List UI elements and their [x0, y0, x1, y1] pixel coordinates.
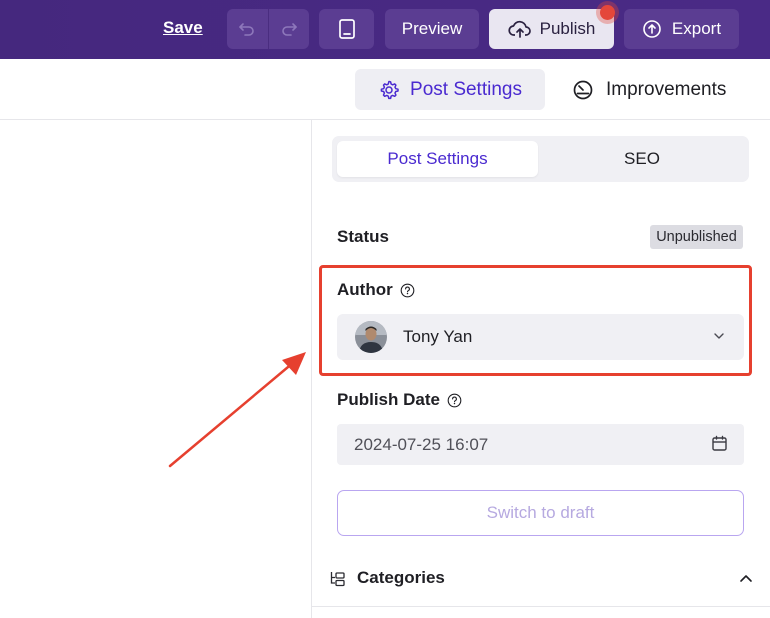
author-heading: Author	[337, 280, 415, 300]
publish-button[interactable]: Publish	[489, 9, 614, 49]
status-badge: Unpublished	[650, 225, 743, 249]
notification-dot	[600, 5, 615, 20]
publish-date-input[interactable]	[337, 424, 744, 465]
author-name: Tony Yan	[403, 327, 473, 346]
undo-button[interactable]	[227, 9, 268, 49]
chevron-down-icon	[714, 333, 724, 339]
undo-redo-group	[227, 9, 309, 49]
status-label: Status	[337, 227, 389, 246]
device-preview-button[interactable]	[319, 9, 374, 49]
segment-seo[interactable]: SEO	[540, 141, 744, 177]
preview-button[interactable]: Preview	[385, 9, 479, 49]
export-label: Export	[671, 19, 722, 38]
publish-date-heading: Publish Date	[337, 390, 462, 410]
author-label: Author	[337, 280, 393, 299]
top-toolbar: Save Preview Publish Export	[0, 0, 770, 59]
tab-post-settings-label: Post Settings	[410, 78, 522, 100]
redo-button[interactable]	[267, 9, 310, 49]
export-button[interactable]: Export	[624, 9, 739, 49]
help-icon[interactable]	[400, 283, 415, 298]
segment-post-settings[interactable]: Post Settings	[337, 141, 538, 177]
upload-icon	[643, 20, 661, 38]
chevron-up-icon	[740, 575, 752, 582]
help-icon[interactable]	[447, 393, 462, 408]
panel-divider	[311, 120, 312, 618]
categories-label: Categories	[357, 568, 445, 587]
publish-label: Publish	[539, 19, 596, 38]
tree-icon	[330, 571, 345, 586]
tab-improvements-label: Improvements	[606, 78, 727, 100]
section-divider	[311, 606, 770, 607]
settings-segmented-control: Post Settings SEO	[332, 136, 749, 182]
tablet-icon	[338, 19, 355, 39]
save-button[interactable]: Save	[163, 18, 203, 38]
tab-post-settings[interactable]: Post Settings	[355, 69, 545, 110]
redo-icon	[281, 23, 297, 36]
gear-icon	[380, 80, 399, 99]
undo-icon	[239, 23, 255, 36]
cloud-upload-icon	[508, 20, 531, 38]
tab-improvements[interactable]: Improvements	[570, 69, 740, 110]
calendar-icon[interactable]	[711, 435, 728, 452]
sub-navigation: Post Settings Improvements	[0, 59, 770, 120]
avatar	[355, 321, 387, 353]
publish-date-label: Publish Date	[337, 390, 440, 409]
categories-section-header[interactable]: Categories	[329, 566, 754, 590]
author-select[interactable]: Tony Yan	[337, 314, 744, 360]
switch-to-draft-button[interactable]: Switch to draft	[337, 490, 744, 536]
gauge-icon	[573, 80, 593, 99]
